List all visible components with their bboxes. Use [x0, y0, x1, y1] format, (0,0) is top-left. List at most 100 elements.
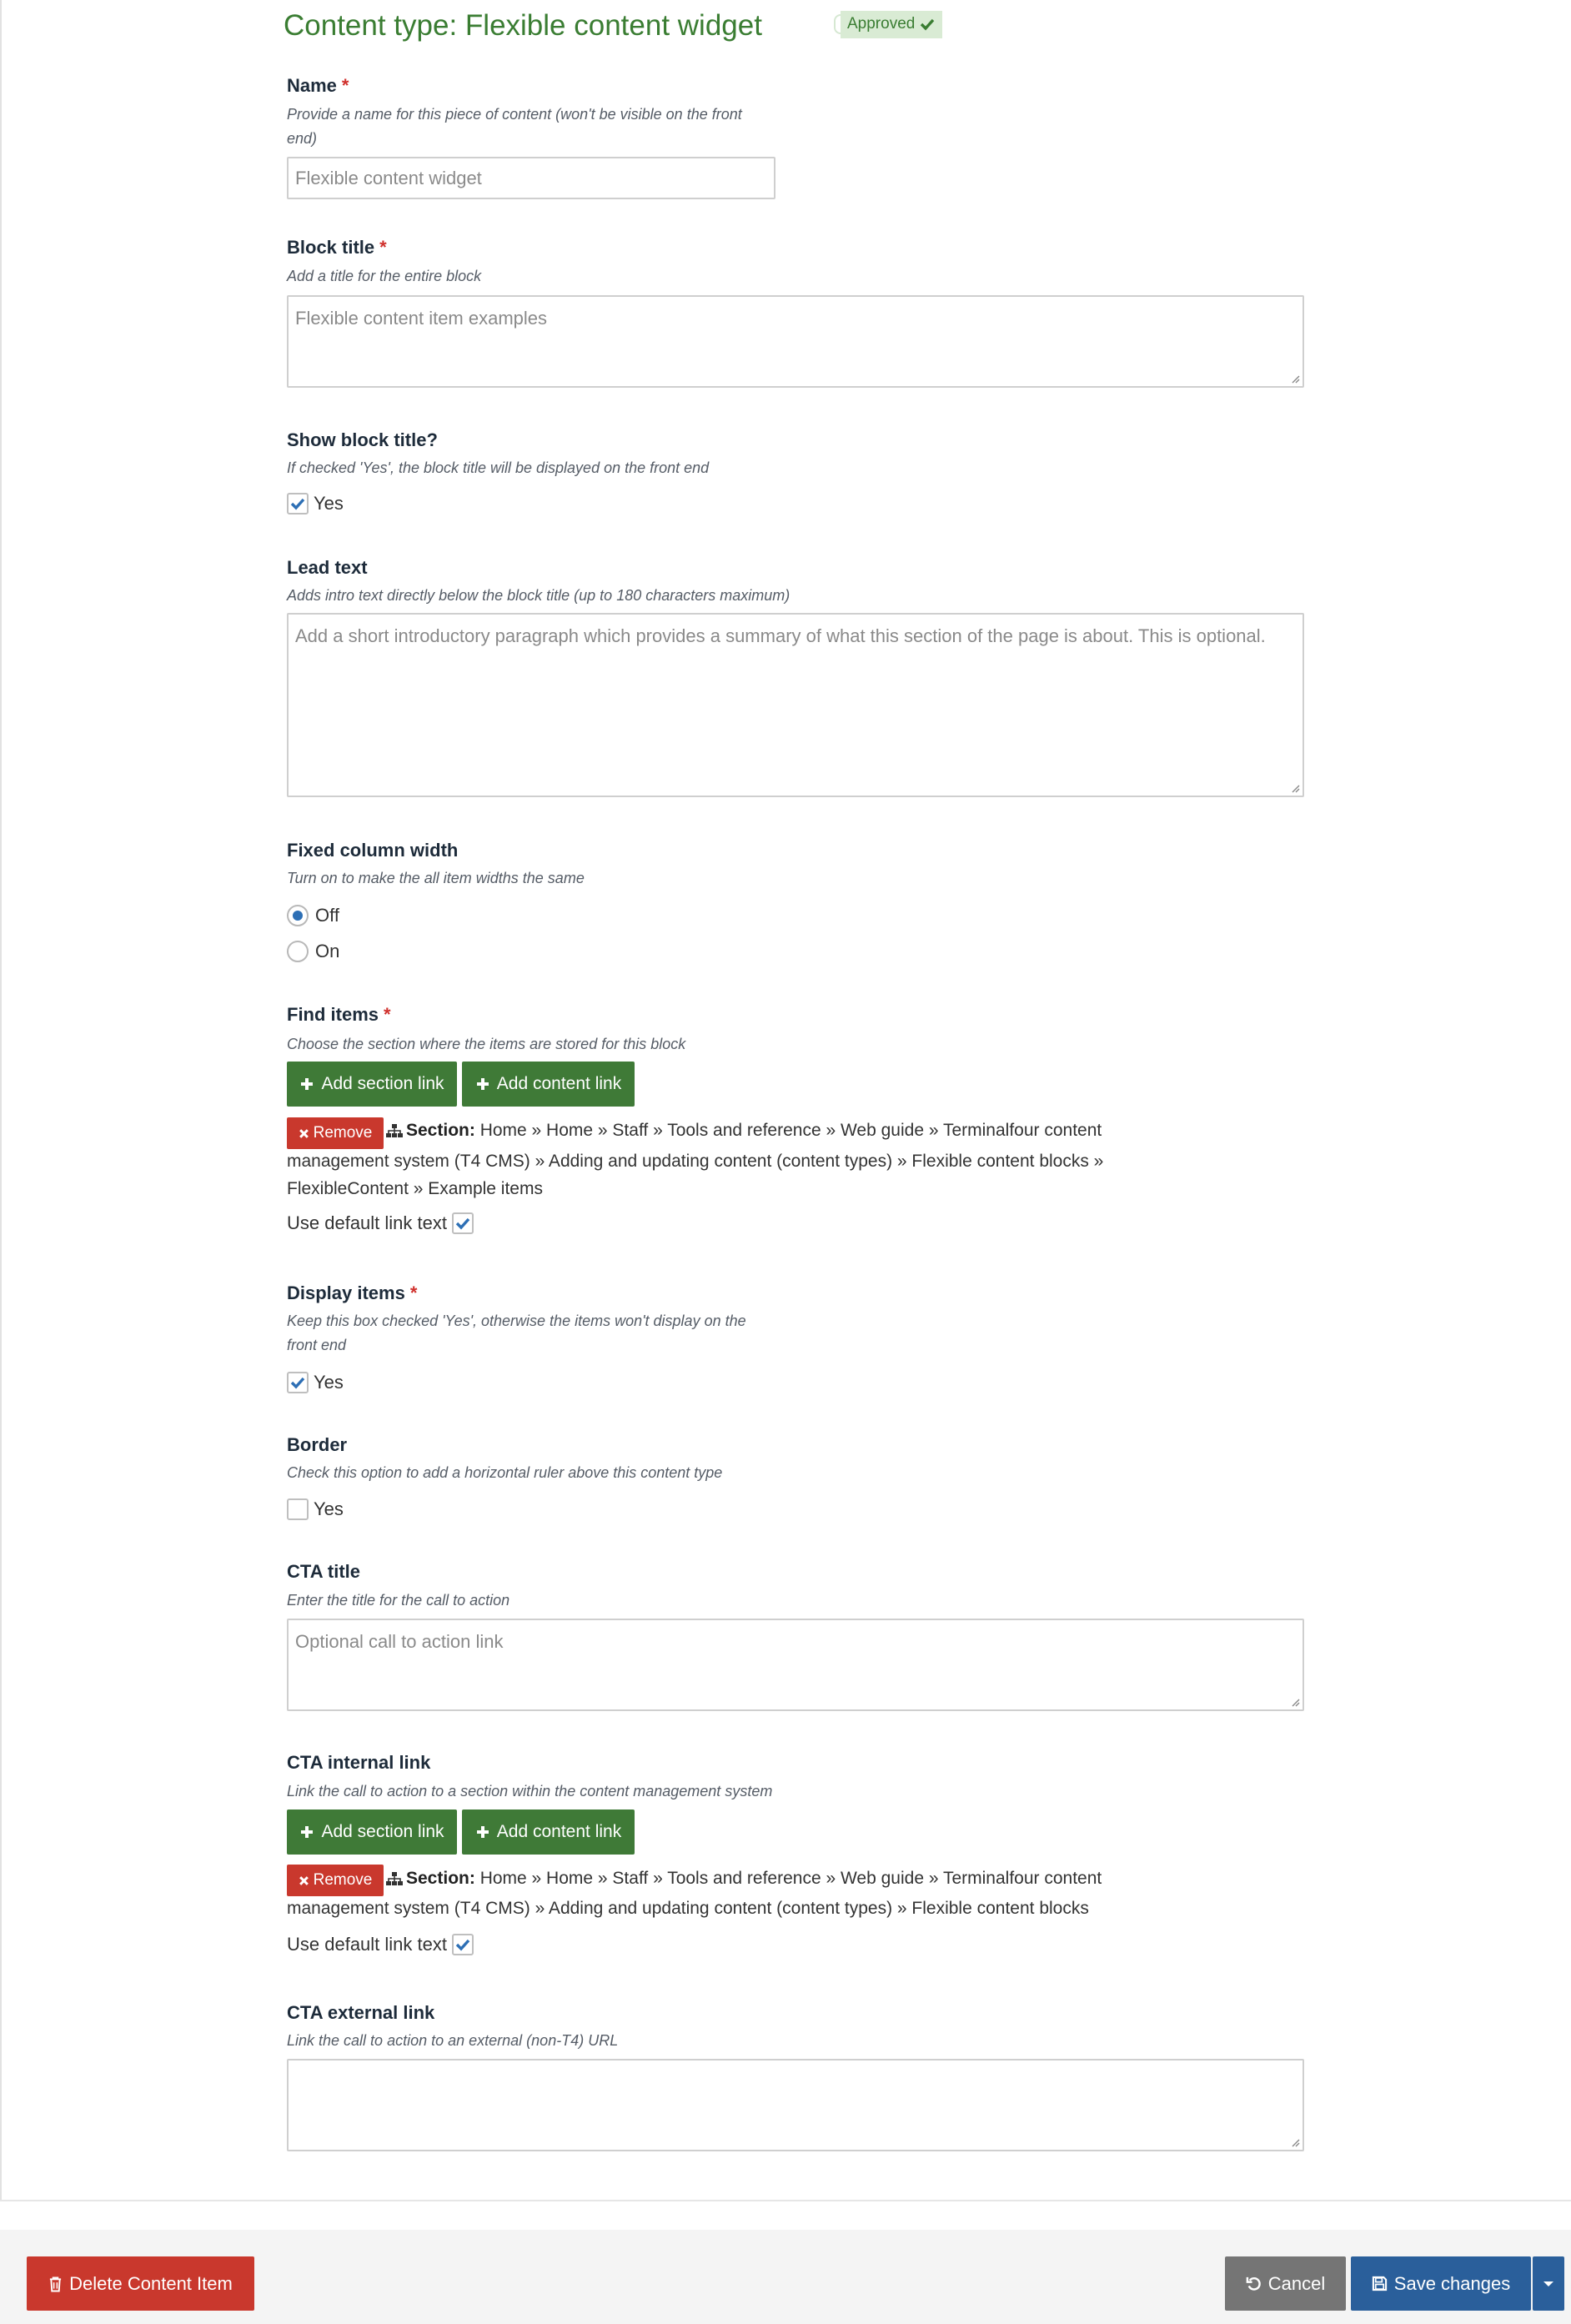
- radio-off-label: Off: [315, 905, 339, 926]
- save-options-dropdown[interactable]: [1533, 2256, 1564, 2311]
- cta-external-link-help: Link the call to action to an external (…: [287, 2032, 619, 2049]
- required-marker: *: [379, 237, 387, 258]
- trash-icon: [50, 2276, 62, 2291]
- save-changes-button[interactable]: Save changes: [1351, 2256, 1531, 2311]
- check-icon: [455, 1217, 470, 1230]
- lead-text-help: Adds intro text directly below the block…: [287, 587, 791, 604]
- name-input[interactable]: Flexible content widget: [287, 157, 775, 199]
- cancel-button[interactable]: Cancel: [1225, 2256, 1346, 2311]
- plus-icon: [301, 1078, 314, 1090]
- plus-icon: [476, 1078, 489, 1090]
- status-badge-label: Approved: [847, 14, 916, 33]
- block-title-help: Add a title for the entire block: [287, 268, 482, 284]
- remove-label: Remove: [313, 1871, 373, 1889]
- save-icon: [1372, 2276, 1387, 2291]
- cta-remove-button[interactable]: Remove: [287, 1865, 384, 1896]
- check-icon: [290, 1377, 305, 1389]
- cta-internal-link-label: CTA internal link: [287, 1752, 431, 1773]
- status-badge: Approved: [834, 10, 943, 38]
- cancel-label: Cancel: [1267, 2272, 1326, 2294]
- find-items-default-link-label: Use default link text: [287, 1212, 447, 1233]
- add-section-label: Add section link: [321, 1822, 444, 1841]
- times-icon: [299, 1128, 309, 1138]
- resize-grip-icon[interactable]: [1290, 374, 1300, 384]
- undo-icon: [1246, 2276, 1261, 2291]
- resize-grip-icon[interactable]: [1290, 1697, 1300, 1707]
- lead-text-textarea[interactable]: Add a short introductory paragraph which…: [287, 613, 1304, 797]
- name-help: Provide a name for this piece of content…: [287, 106, 742, 147]
- find-items-section-path-line3: FlexibleContent » Example items: [287, 1179, 543, 1198]
- find-items-help: Choose the section where the items are s…: [287, 1036, 686, 1052]
- required-marker: *: [409, 1282, 418, 1303]
- find-items-section-path-line2: management system (T4 CMS) » Adding and …: [287, 1152, 1104, 1171]
- cta-add-content-button[interactable]: Add content link: [462, 1810, 635, 1855]
- find-items-add-content-button[interactable]: Add content link: [462, 1062, 635, 1107]
- show-block-title-help: If checked 'Yes', the block title will b…: [287, 459, 710, 476]
- left-border: [0, 0, 2, 2201]
- block-title-value: Flexible content item examples: [295, 308, 548, 329]
- fixed-column-width-help: Turn on to make the all item widths the …: [287, 870, 585, 886]
- section-prefix: Section:: [406, 1869, 475, 1888]
- cta-external-link-label: CTA external link: [287, 2002, 435, 2023]
- border-checkbox[interactable]: [287, 1498, 309, 1520]
- plus-icon: [301, 1826, 314, 1838]
- lead-text-label: Lead text: [287, 557, 368, 578]
- required-marker: *: [341, 75, 349, 96]
- show-block-title-checkbox[interactable]: [287, 493, 309, 514]
- find-items-add-section-button[interactable]: Add section link: [287, 1062, 457, 1107]
- border-option: Yes: [314, 1498, 344, 1519]
- delete-content-item-button[interactable]: Delete Content Item: [27, 2256, 254, 2311]
- border-label: Border: [287, 1434, 348, 1455]
- add-content-label: Add content link: [496, 1074, 622, 1093]
- block-title-label: Block title *: [287, 237, 387, 258]
- display-items-help: Keep this box checked 'Yes', otherwise t…: [287, 1313, 746, 1353]
- cta-default-link-checkbox[interactable]: [452, 1934, 474, 1955]
- radio-on[interactable]: [287, 941, 309, 962]
- show-block-title-label: Show block title?: [287, 429, 438, 450]
- check-icon: [290, 498, 305, 510]
- cta-title-value: Optional call to action link: [295, 1631, 504, 1652]
- save-label: Save changes: [1393, 2272, 1511, 2294]
- cta-section-path-line2: management system (T4 CMS) » Adding and …: [287, 1899, 1089, 1918]
- lead-text-value: Add a short introductory paragraph which…: [295, 625, 1266, 646]
- find-items-label: Find items *: [287, 1004, 391, 1025]
- block-title-textarea[interactable]: Flexible content item examples: [287, 295, 1304, 388]
- display-items-option: Yes: [314, 1372, 344, 1393]
- cta-title-textarea[interactable]: Optional call to action link: [287, 1619, 1304, 1711]
- add-section-label: Add section link: [321, 1074, 444, 1093]
- check-icon: [455, 1939, 470, 1951]
- resize-grip-icon[interactable]: [1290, 783, 1300, 793]
- radio-off[interactable]: [287, 905, 309, 926]
- fixed-column-width-label: Fixed column width: [287, 840, 459, 861]
- cta-internal-link-help: Link the call to action to a section wit…: [287, 1783, 773, 1799]
- section-prefix: Section:: [406, 1121, 475, 1140]
- find-items-default-link-checkbox[interactable]: [452, 1212, 474, 1234]
- plus-icon: [476, 1826, 489, 1838]
- cta-external-link-textarea[interactable]: [287, 2059, 1304, 2151]
- resize-grip-icon[interactable]: [1290, 2137, 1300, 2147]
- find-items-section-path: Section: Home » Home » Staff » Tools and…: [386, 1116, 1102, 1146]
- find-items-remove-button[interactable]: Remove: [287, 1117, 384, 1149]
- add-content-label: Add content link: [496, 1822, 622, 1841]
- required-marker: *: [384, 1004, 391, 1025]
- cta-section-path: Section: Home » Home » Staff » Tools and…: [386, 1864, 1102, 1894]
- delete-label: Delete Content Item: [69, 2272, 233, 2294]
- panel-divider: [0, 2200, 1571, 2201]
- sitemap-icon: [386, 1872, 403, 1886]
- radio-on-label: On: [315, 941, 340, 961]
- cta-title-label: CTA title: [287, 1561, 360, 1582]
- cta-default-link-label: Use default link text: [287, 1934, 447, 1955]
- display-items-label: Display items *: [287, 1282, 418, 1303]
- caret-down-icon: [1543, 2281, 1553, 2286]
- page-title: Content type: Flexible content widget: [284, 9, 762, 42]
- sitemap-icon: [386, 1124, 403, 1138]
- display-items-checkbox[interactable]: [287, 1372, 309, 1393]
- cta-add-section-button[interactable]: Add section link: [287, 1810, 457, 1855]
- border-help: Check this option to add a horizontal ru…: [287, 1464, 723, 1481]
- radio-selected-dot: [293, 911, 303, 921]
- times-icon: [299, 1875, 309, 1885]
- name-label: Name *: [287, 75, 349, 96]
- check-icon: [921, 18, 935, 30]
- show-block-title-option: Yes: [314, 493, 344, 514]
- cta-title-help: Enter the title for the call to action: [287, 1592, 510, 1609]
